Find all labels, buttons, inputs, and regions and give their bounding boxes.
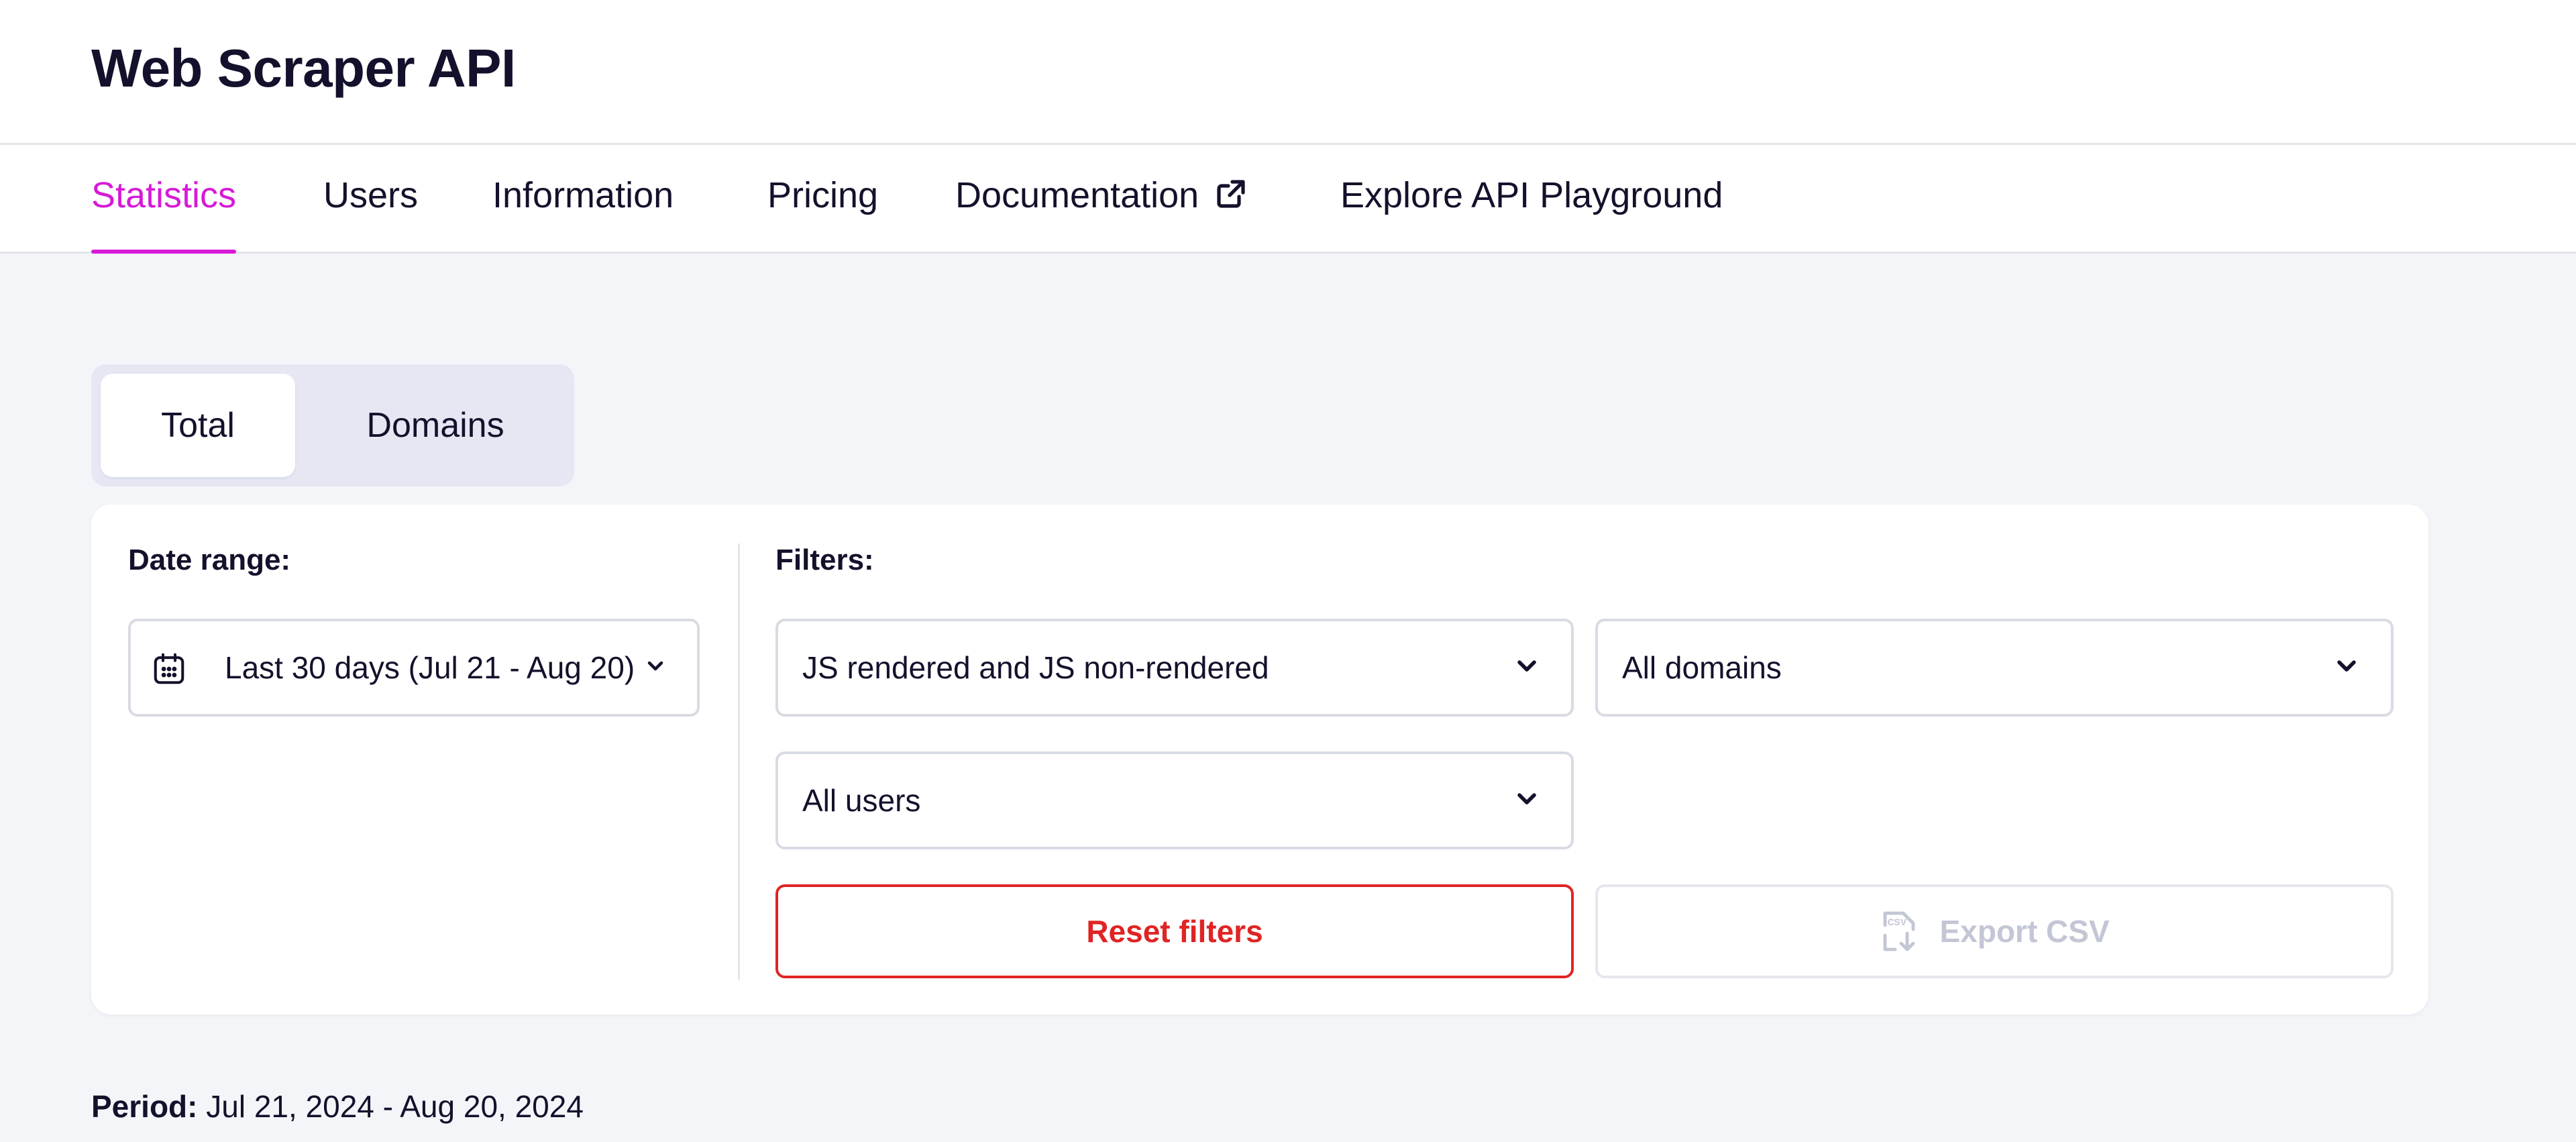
period-value: Jul 21, 2024 - Aug 20, 2024 <box>206 1089 584 1124</box>
calendar-icon <box>151 651 187 690</box>
app-title: Web Scraper API <box>91 38 516 98</box>
domain-select[interactable]: All domains <box>1595 619 2394 717</box>
reset-filters-label: Reset filters <box>1086 914 1263 949</box>
app-header: Web Scraper API <box>0 0 2576 145</box>
filters-label: Filters: <box>775 543 874 576</box>
tab-users[interactable]: Users <box>323 174 418 254</box>
domain-value: All domains <box>1622 650 1782 685</box>
chevron-down-icon <box>2332 652 2361 684</box>
toggle-domains[interactable]: Domains <box>305 374 566 477</box>
tab-statistics[interactable]: Statistics <box>91 174 237 254</box>
section-divider <box>738 543 740 980</box>
filters-card: Date range: Last 30 days (Jul 21 - Aug 2… <box>91 505 2428 1015</box>
period-summary: Period: Jul 21, 2024 - Aug 20, 2024 <box>91 1088 584 1125</box>
date-range-select[interactable]: Last 30 days (Jul 21 - Aug 20) <box>128 619 700 717</box>
chevron-down-icon <box>1512 784 1542 817</box>
view-toggle: Total Domains <box>91 364 574 486</box>
chevron-down-icon <box>643 654 667 682</box>
tab-documentation-label: Documentation <box>955 175 1199 215</box>
render-type-select[interactable]: JS rendered and JS non-rendered <box>775 619 1574 717</box>
user-select[interactable]: All users <box>775 751 1574 849</box>
date-range-value: Last 30 days (Jul 21 - Aug 20) <box>225 650 635 685</box>
tab-pricing[interactable]: Pricing <box>767 174 878 254</box>
external-link-icon <box>1215 177 1247 219</box>
user-value: All users <box>802 783 921 818</box>
toggle-total[interactable]: Total <box>101 374 295 477</box>
render-type-value: JS rendered and JS non-rendered <box>802 650 1269 685</box>
tab-documentation[interactable]: Documentation <box>955 174 1247 254</box>
csv-download-icon: CSV <box>1879 907 1919 955</box>
date-range-label: Date range: <box>128 543 291 576</box>
export-csv-button[interactable]: CSV Export CSV <box>1595 884 2394 978</box>
export-csv-label: Export CSV <box>1939 914 2110 949</box>
chevron-down-icon <box>1512 652 1542 684</box>
reset-filters-button[interactable]: Reset filters <box>775 884 1574 978</box>
tab-information[interactable]: Information <box>492 174 674 254</box>
period-label: Period: <box>91 1089 198 1124</box>
tab-explore-api-playground[interactable]: Explore API Playground <box>1340 174 1723 254</box>
tab-bar: Statistics Users Information Pricing Doc… <box>0 145 2576 254</box>
svg-text:CSV: CSV <box>1888 917 1907 927</box>
